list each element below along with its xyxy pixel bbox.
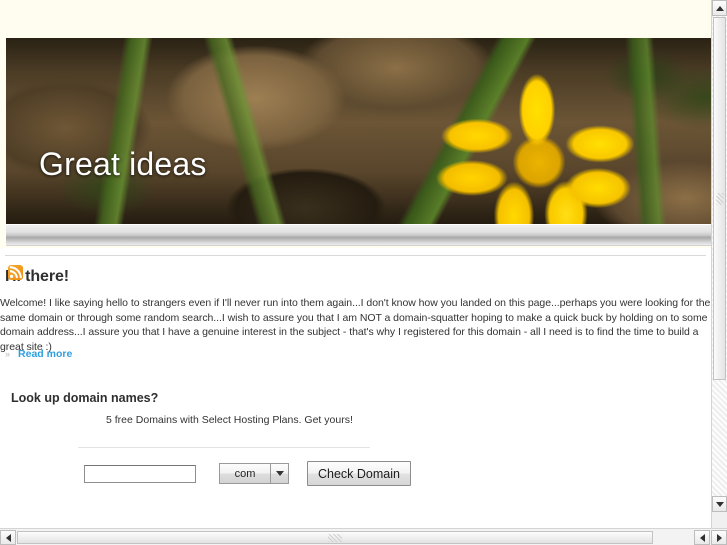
scroll-right-arrow-icon: [716, 533, 722, 542]
intro-paragraph: Welcome! I like saying hello to stranger…: [0, 297, 711, 353]
page-top-strip: [0, 0, 711, 38]
banner-photo-flower: [6, 38, 711, 224]
domain-search-form: com Check Domain: [84, 461, 411, 486]
scroll-up-button[interactable]: [712, 0, 727, 16]
read-more-link[interactable]: Read more: [18, 348, 72, 360]
rss-feed-icon[interactable]: [8, 265, 23, 280]
chevron-right-icon: »: [5, 348, 11, 359]
browser-viewport: Great ideas Hi there! Welcome! I like sa…: [0, 0, 727, 545]
chevron-down-icon[interactable]: [270, 464, 288, 483]
web-page: Great ideas Hi there! Welcome! I like sa…: [0, 0, 711, 528]
scroll-down-arrow-icon: [715, 501, 724, 507]
scroll-left-button-secondary[interactable]: [694, 530, 710, 545]
form-divider: [78, 447, 370, 448]
scroll-left-button[interactable]: [0, 530, 16, 545]
promo-text: 5 free Domains with Select Hosting Plans…: [106, 414, 353, 426]
scroll-up-arrow-icon: [715, 5, 724, 11]
hscroll-thumb-grip-icon: [328, 533, 342, 542]
footer-divider: [5, 255, 706, 256]
banner-title: Great ideas: [39, 146, 207, 182]
scroll-down-button[interactable]: [712, 496, 727, 512]
vertical-scrollbar[interactable]: [711, 0, 727, 528]
scroll-right-button[interactable]: [711, 530, 727, 545]
site-banner: Great ideas: [6, 38, 711, 224]
vertical-scroll-thumb[interactable]: [713, 17, 726, 380]
scroll-left-arrow-icon: [5, 533, 11, 542]
tld-dropdown[interactable]: com: [219, 463, 289, 484]
read-more-row[interactable]: » Read more: [5, 348, 72, 360]
navigation-bar[interactable]: [6, 224, 711, 246]
lookup-heading: Look up domain names?: [11, 391, 159, 405]
horizontal-scroll-thumb[interactable]: [17, 531, 653, 544]
scrollbar-corner: [711, 512, 727, 528]
horizontal-scrollbar[interactable]: [0, 528, 727, 545]
domain-name-input[interactable]: [84, 464, 196, 483]
scroll-thumb-grip-icon: [716, 192, 723, 205]
main-content: Hi there! Welcome! I like saying hello t…: [0, 248, 711, 528]
tld-selected-value: com: [234, 467, 256, 480]
scroll-left-arrow-icon-secondary: [699, 533, 705, 542]
check-domain-button[interactable]: Check Domain: [307, 461, 411, 486]
